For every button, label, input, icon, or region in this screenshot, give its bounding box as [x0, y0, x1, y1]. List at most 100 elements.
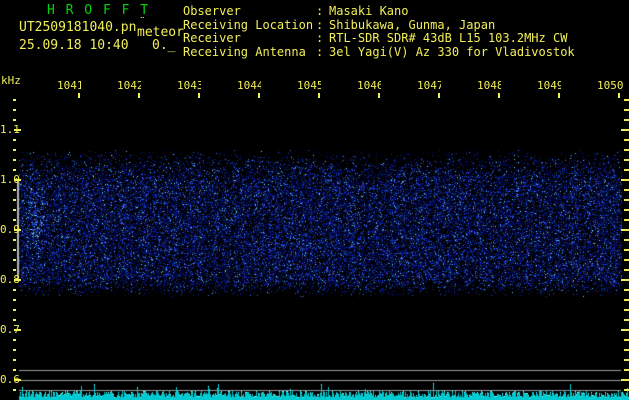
freq-minor-tick-left [13, 359, 16, 361]
info-label: Receiving Antenna [183, 45, 306, 59]
time-label-1048: 1048 [477, 80, 501, 92]
freq-minor-tick-right [624, 209, 629, 211]
info-separator: : [316, 4, 324, 18]
freq-minor-tick-right [624, 159, 629, 161]
freq-minor-tick-right [624, 249, 629, 251]
freq-major-tick-left [14, 329, 21, 331]
info-row-2: Receiver: RTL-SDR SDR# 43dB L15 103.2MHz … [183, 31, 575, 46]
info-value: 3el Yagi(V) Az 330 for Vladivostok [329, 44, 575, 59]
freq-minor-tick-left [13, 169, 16, 171]
info-row-0: Observer: Masaki Kano [183, 4, 575, 19]
datetime-label: 25.09.18 10:40 [19, 38, 129, 53]
freq-minor-tick-left [13, 239, 16, 241]
freq-major-tick-right [621, 229, 629, 231]
freq-major-tick-left [14, 379, 21, 381]
time-tick [498, 93, 500, 98]
freq-minor-tick-left [13, 139, 16, 141]
freq-minor-tick-left [13, 269, 16, 271]
freq-major-tick-right [621, 129, 629, 131]
freq-minor-tick-right [624, 239, 629, 241]
time-label-1044: 1044 [237, 80, 261, 92]
freq-minor-tick-right [624, 119, 629, 121]
freq-minor-tick-left [13, 189, 16, 191]
freq-minor-tick-left [13, 339, 16, 341]
hrofft-screen: H R O F F T UT2509181040.pn ¨ meteor 25.… [0, 0, 629, 400]
freq-major-tick-left [14, 129, 21, 131]
freq-minor-tick-left [13, 259, 16, 261]
app-title: H R O F F T [47, 3, 150, 18]
freq-major-tick-left [14, 179, 21, 181]
time-label-1045: 1045 [297, 80, 321, 92]
info-value: RTL-SDR SDR# 43dB L15 103.2MHz CW [329, 31, 568, 45]
freq-minor-tick-right [624, 299, 629, 301]
freq-minor-tick-left [13, 219, 16, 221]
freq-major-tick-right [621, 379, 629, 381]
freq-minor-tick-left [13, 369, 16, 371]
info-separator: : [316, 31, 324, 45]
time-label-1046: 1046 [357, 80, 381, 92]
freq-minor-tick-left [13, 389, 16, 391]
freq-minor-tick-right [624, 359, 629, 361]
time-label-1042: 1042 [117, 80, 141, 92]
freq-minor-tick-right [624, 189, 629, 191]
freq-minor-tick-left [13, 149, 16, 151]
freq-major-tick-left [14, 229, 21, 231]
time-label-1041: 1041 [57, 80, 81, 92]
freq-minor-tick-right [624, 169, 629, 171]
freq-minor-tick-left [13, 249, 16, 251]
freq-minor-tick-left [13, 289, 16, 291]
time-label-1043: 1043 [177, 80, 201, 92]
khz-unit-label: kHz [1, 74, 21, 87]
freq-minor-tick-left [13, 319, 16, 321]
freq-minor-tick-right [624, 309, 629, 311]
freq-minor-tick-left [13, 99, 16, 101]
info-value: Masaki Kano [329, 4, 409, 18]
time-tick [438, 93, 440, 98]
freq-minor-tick-right [624, 149, 629, 151]
freq-minor-tick-right [624, 139, 629, 141]
time-tick [198, 93, 200, 98]
freq-minor-tick-right [624, 109, 629, 111]
time-tick [258, 93, 260, 98]
freq-major-tick-left [14, 279, 21, 281]
time-tick [558, 93, 560, 98]
time-label-1049: 1049 [537, 80, 561, 92]
freq-minor-tick-left [13, 299, 16, 301]
info-separator: : [316, 44, 324, 59]
freq-minor-tick-left [13, 199, 16, 201]
spectrogram-canvas [0, 0, 629, 400]
freq-major-tick-right [621, 329, 629, 331]
freq-minor-tick-right [624, 339, 629, 341]
time-tick [618, 93, 620, 98]
freq-minor-tick-right [624, 319, 629, 321]
time-tick [378, 93, 380, 98]
info-value: Shibukawa, Gunma, Japan [329, 17, 496, 32]
freq-minor-tick-right [624, 389, 629, 391]
freq-minor-tick-right [624, 269, 629, 271]
echo-counter: 0._ [152, 38, 176, 53]
freq-minor-tick-right [624, 259, 629, 261]
freq-minor-tick-left [13, 309, 16, 311]
info-separator: : [316, 17, 324, 32]
observer-info-block: Observer: Masaki Kano Receiving Location: S… [183, 4, 575, 60]
time-label-1050: 1050 [597, 80, 624, 92]
filename-label: UT2509181040.pn [19, 20, 137, 35]
time-label-1047: 1047 [417, 80, 441, 92]
freq-major-tick-right [621, 279, 629, 281]
freq-minor-tick-right [624, 219, 629, 221]
freq-minor-tick-left [13, 349, 16, 351]
info-label: Observer [183, 5, 241, 18]
freq-minor-tick-right [624, 99, 629, 101]
info-row-3: Receiving Antenna:3el Yagi(V) Az 330 for… [183, 44, 575, 60]
info-label: Receiving Location [183, 18, 314, 32]
freq-minor-tick-right [624, 349, 629, 351]
freq-minor-tick-left [13, 109, 16, 111]
info-label: Receiver [183, 32, 241, 45]
freq-major-tick-right [621, 179, 629, 181]
freq-minor-tick-right [624, 289, 629, 291]
freq-minor-tick-left [13, 159, 16, 161]
time-tick [318, 93, 320, 98]
time-tick [138, 93, 140, 98]
freq-minor-tick-right [624, 199, 629, 201]
time-tick [78, 93, 80, 98]
